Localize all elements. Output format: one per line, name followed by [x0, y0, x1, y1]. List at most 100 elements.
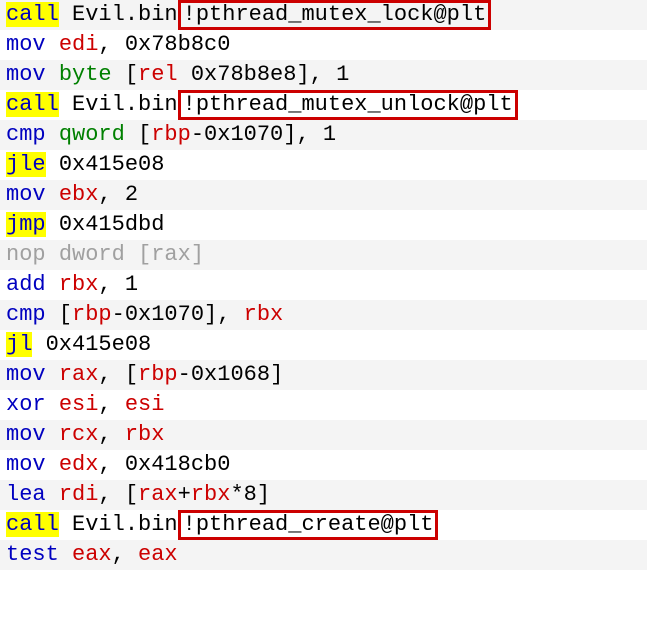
asm-line: mov edi, 0x78b8c0: [0, 30, 647, 60]
asm-token: 0x78b8c0: [125, 32, 231, 57]
asm-token: !pthread_mutex_lock@plt: [183, 2, 487, 27]
asm-token: cmp: [6, 302, 46, 327]
asm-line: cmp qword [rbp-0x1070], 1: [0, 120, 647, 150]
asm-token: , [: [98, 482, 138, 507]
asm-token: call: [6, 512, 59, 537]
asm-token: call: [6, 2, 59, 27]
asm-line: cmp [rbp-0x1070], rbx: [0, 300, 647, 330]
asm-line: mov ebx, 2: [0, 180, 647, 210]
asm-token: 2: [125, 182, 138, 207]
asm-token: 0x78b8e8: [191, 62, 297, 87]
asm-token: ],: [283, 122, 323, 147]
asm-line: jmp 0x415dbd: [0, 210, 647, 240]
asm-token: [46, 152, 59, 177]
asm-token: ]: [270, 362, 283, 387]
asm-token: [46, 182, 59, 207]
asm-token: 0x418cb0: [125, 452, 231, 477]
asm-line: mov rax, [rbp-0x1068]: [0, 360, 647, 390]
asm-token: 1: [336, 62, 349, 87]
asm-token: Evil.bin: [59, 512, 178, 537]
asm-token: edi: [59, 32, 99, 57]
asm-token: [46, 452, 59, 477]
asm-line: call Evil.bin!pthread_mutex_unlock@plt: [0, 90, 647, 120]
asm-line: add rbx, 1: [0, 270, 647, 300]
asm-token: rbp: [138, 362, 178, 387]
asm-token: [46, 32, 59, 57]
asm-token: ],: [296, 62, 336, 87]
asm-token: jl: [6, 332, 32, 357]
asm-token: 0x1070: [125, 302, 204, 327]
asm-token: ,: [98, 272, 124, 297]
asm-token: !pthread_mutex_unlock@plt: [183, 92, 513, 117]
asm-line: xor esi, esi: [0, 390, 647, 420]
asm-token: rax: [138, 482, 178, 507]
asm-token: eax: [72, 542, 112, 567]
asm-token: 0x415dbd: [59, 212, 165, 237]
asm-token: rbp: [72, 302, 112, 327]
asm-token: jmp: [6, 212, 46, 237]
asm-token: ,: [98, 422, 124, 447]
asm-token: [46, 482, 59, 507]
asm-token: ,: [98, 452, 124, 477]
asm-token: -: [112, 302, 125, 327]
highlight-box: !pthread_create@plt: [178, 510, 439, 540]
asm-line: call Evil.bin!pthread_mutex_lock@plt: [0, 0, 647, 30]
highlight-box: !pthread_mutex_unlock@plt: [178, 90, 518, 120]
asm-token: rel: [138, 62, 178, 87]
asm-token: 0x1070: [204, 122, 283, 147]
asm-token: mov: [6, 182, 46, 207]
asm-line: mov byte [rel 0x78b8e8], 1: [0, 60, 647, 90]
asm-token: , [: [98, 362, 138, 387]
asm-token: ,: [98, 392, 124, 417]
asm-token: [178, 62, 191, 87]
asm-token: 8: [244, 482, 257, 507]
asm-token: ebx: [59, 182, 99, 207]
asm-line: mov rcx, rbx: [0, 420, 647, 450]
asm-token: [: [125, 242, 151, 267]
asm-token: !pthread_create@plt: [183, 512, 434, 537]
asm-token: [46, 62, 59, 87]
asm-token: call: [6, 92, 59, 117]
asm-line: lea rdi, [rax+rbx*8]: [0, 480, 647, 510]
asm-token: [46, 392, 59, 417]
asm-token: mov: [6, 32, 46, 57]
asm-token: ],: [204, 302, 244, 327]
asm-token: edx: [59, 452, 99, 477]
asm-token: esi: [59, 392, 99, 417]
asm-token: Evil.bin: [59, 2, 178, 27]
asm-token: cmp: [6, 122, 46, 147]
asm-token: 0x415e08: [59, 152, 165, 177]
asm-token: rbx: [244, 302, 284, 327]
asm-token: *: [230, 482, 243, 507]
asm-line: call Evil.bin!pthread_create@plt: [0, 510, 647, 540]
asm-line: jl 0x415e08: [0, 330, 647, 360]
asm-token: [46, 242, 59, 267]
asm-token: 1: [125, 272, 138, 297]
asm-token: test: [6, 542, 59, 567]
asm-token: -: [178, 362, 191, 387]
asm-token: [32, 332, 45, 357]
asm-token: mov: [6, 362, 46, 387]
disassembly-listing: call Evil.bin!pthread_mutex_lock@pltmov …: [0, 0, 647, 570]
asm-token: jle: [6, 152, 46, 177]
asm-token: qword: [59, 122, 125, 147]
asm-token: [46, 212, 59, 237]
asm-token: rax: [151, 242, 191, 267]
asm-token: dword: [59, 242, 125, 267]
asm-token: -: [191, 122, 204, 147]
asm-token: 0x1068: [191, 362, 270, 387]
asm-token: rbx: [59, 272, 99, 297]
asm-token: rbx: [125, 422, 165, 447]
asm-token: ,: [98, 32, 124, 57]
asm-token: [46, 422, 59, 447]
asm-line: jle 0x415e08: [0, 150, 647, 180]
asm-token: eax: [138, 542, 178, 567]
asm-token: [: [46, 302, 72, 327]
asm-token: ]: [191, 242, 204, 267]
asm-token: ]: [257, 482, 270, 507]
asm-token: [46, 122, 59, 147]
asm-line: test eax, eax: [0, 540, 647, 570]
asm-token: 0x415e08: [46, 332, 152, 357]
asm-token: [46, 362, 59, 387]
asm-token: nop: [6, 242, 46, 267]
